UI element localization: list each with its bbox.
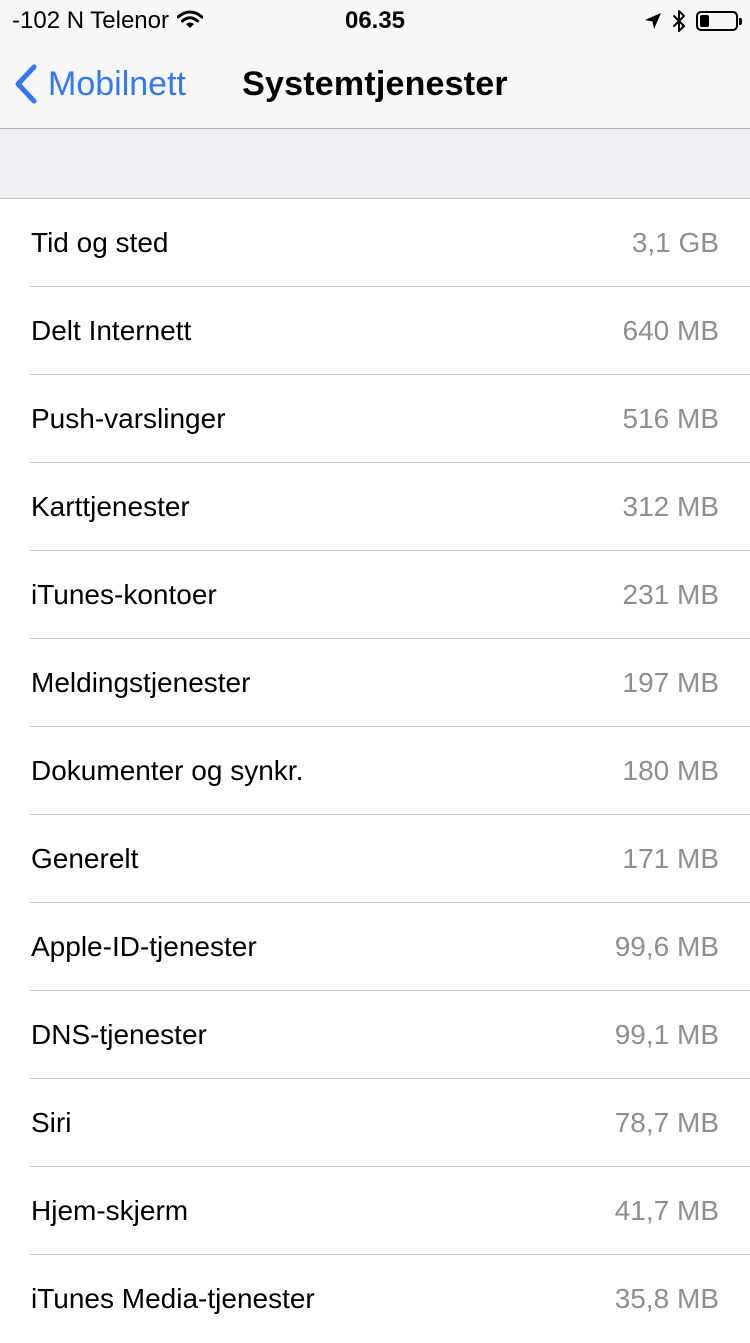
list-item: DNS-tjenester 99,1 MB — [0, 991, 750, 1079]
service-usage: 197 MB — [622, 667, 720, 698]
service-name: iTunes Media-tjenester — [31, 1283, 315, 1314]
service-usage: 180 MB — [622, 755, 720, 786]
service-usage: 78,7 MB — [614, 1107, 719, 1138]
bluetooth-icon — [673, 10, 685, 32]
service-name: Push-varslinger — [31, 403, 226, 434]
navigation-bar: Mobilnett Systemtjenester — [0, 40, 750, 128]
service-usage: 41,7 MB — [614, 1195, 719, 1226]
service-name: Generelt — [31, 843, 139, 874]
page-title: Systemtjenester — [242, 65, 508, 103]
list-item: iTunes Media-tjenester 35,8 MB — [0, 1255, 750, 1343]
list-item: Generelt 171 MB — [0, 815, 750, 903]
list-item: Dokumenter og synkr. 180 MB — [0, 727, 750, 815]
service-usage: 99,6 MB — [614, 931, 719, 962]
list-item: Apple-ID-tjenester 99,6 MB — [0, 903, 750, 991]
status-right — [644, 8, 742, 34]
service-name: Tid og sted — [31, 227, 169, 258]
list-item: Meldingstjenester 197 MB — [0, 639, 750, 727]
list-item: Karttjenester 312 MB — [0, 463, 750, 551]
service-name: Siri — [31, 1107, 72, 1138]
battery-level-fill — [700, 15, 709, 27]
list-item: Siri 78,7 MB — [0, 1079, 750, 1167]
service-usage: 231 MB — [622, 579, 720, 610]
status-time: 06.35 — [344, 7, 406, 34]
service-name: Apple-ID-tjenester — [31, 931, 257, 962]
service-name: Karttjenester — [31, 491, 190, 522]
battery-tip — [739, 18, 742, 25]
service-usage: 516 MB — [622, 403, 720, 434]
service-name: DNS-tjenester — [31, 1019, 207, 1050]
status-bar: -102 N Telenor 06.35 — [0, 0, 750, 40]
service-name: Delt Internett — [31, 315, 192, 346]
service-name: iTunes-kontoer — [31, 579, 217, 610]
service-usage: 171 MB — [622, 843, 720, 874]
list-item: iTunes-kontoer 231 MB — [0, 551, 750, 639]
service-usage: 99,1 MB — [614, 1019, 719, 1050]
service-name: Dokumenter og synkr. — [31, 755, 304, 786]
list-item: Delt Internett 640 MB — [0, 287, 750, 375]
list-item: Push-varslinger 516 MB — [0, 375, 750, 463]
section-header-spacer — [0, 129, 750, 199]
service-usage: 640 MB — [622, 315, 720, 346]
service-usage: 3,1 GB — [631, 227, 719, 258]
battery-icon — [696, 11, 742, 31]
service-name: Meldingstjenester — [31, 667, 251, 698]
top-bar: -102 N Telenor 06.35 Mobilnett Systemtje… — [0, 0, 750, 129]
service-usage: 35,8 MB — [614, 1283, 719, 1314]
list-item: Tid og sted 3,1 GB — [0, 199, 750, 287]
service-usage: 312 MB — [622, 491, 720, 522]
location-arrow-icon — [645, 13, 661, 29]
list-item: Hjem-skjerm 41,7 MB — [0, 1167, 750, 1255]
service-name: Hjem-skjerm — [31, 1195, 189, 1226]
system-services-list: Tid og sted 3,1 GB Delt Internett 640 MB… — [0, 199, 750, 1343]
